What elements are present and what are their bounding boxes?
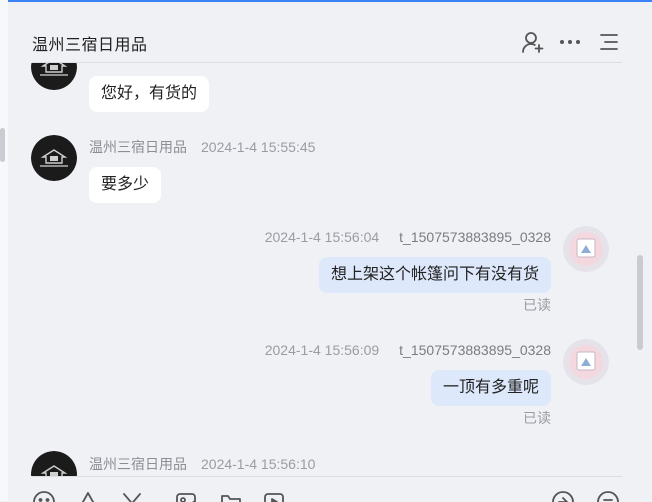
sender-name: 温州三宿日用品 bbox=[89, 139, 187, 155]
message-list[interactable]: 您好，有货的 温州三宿日用品 2024-1-4 15:55:45 要多少 2024… bbox=[0, 63, 652, 476]
folder-icon[interactable] bbox=[219, 490, 243, 502]
customer-avatar[interactable] bbox=[563, 339, 609, 385]
shop-avatar[interactable] bbox=[31, 451, 77, 476]
message-bubble-outgoing: 想上架这个帐篷问下有没有货 bbox=[318, 257, 551, 293]
emoji-icon[interactable] bbox=[32, 490, 56, 502]
message-time: 2024-1-4 15:56:04 bbox=[264, 229, 380, 245]
customer-avatar[interactable] bbox=[563, 226, 609, 272]
message-bubble-incoming: 要多少 bbox=[89, 167, 162, 203]
send-icon[interactable] bbox=[551, 490, 575, 502]
message-meta: 2024-1-4 15:56:09 t_1507573883895_0328 bbox=[265, 342, 551, 358]
sender-name: t_1507573883895_0328 bbox=[399, 342, 551, 358]
message-bubble-incoming: 您好，有货的 bbox=[89, 76, 210, 112]
image-icon[interactable] bbox=[174, 490, 198, 502]
message-bubble-outgoing: 一顶有多重呢 bbox=[430, 370, 551, 406]
sender-name: t_1507573883895_0328 bbox=[399, 229, 551, 245]
more-icon[interactable] bbox=[558, 30, 582, 54]
video-icon[interactable] bbox=[262, 490, 286, 502]
menu-icon[interactable] bbox=[597, 30, 621, 54]
chat-title: 温州三宿日用品 bbox=[32, 37, 148, 54]
shop-avatar[interactable] bbox=[31, 63, 77, 90]
read-status: 已读 bbox=[523, 297, 551, 313]
message-time: 2024-1-4 15:56:09 bbox=[264, 342, 380, 358]
read-status: 已读 bbox=[523, 410, 551, 426]
message-time: 2024-1-4 15:55:45 bbox=[201, 139, 316, 155]
message-meta: 温州三宿日用品 2024-1-4 15:55:45 bbox=[89, 137, 315, 157]
add-user-icon[interactable] bbox=[521, 30, 545, 54]
list-icon[interactable] bbox=[596, 490, 620, 502]
shape-icon[interactable] bbox=[76, 490, 100, 502]
sender-name: 温州三宿日用品 bbox=[89, 456, 187, 472]
message-scrollbar[interactable] bbox=[637, 255, 643, 350]
shop-avatar[interactable] bbox=[31, 135, 77, 181]
input-toolbar bbox=[32, 476, 622, 502]
message-meta: 温州三宿日用品 2024-1-4 15:56:10 bbox=[89, 454, 315, 474]
scissors-icon[interactable] bbox=[120, 490, 144, 502]
message-time: 2024-1-4 15:56:10 bbox=[201, 456, 316, 472]
chat-header: 温州三宿日用品 bbox=[32, 0, 622, 63]
message-meta: 2024-1-4 15:56:04 t_1507573883895_0328 bbox=[265, 229, 551, 245]
